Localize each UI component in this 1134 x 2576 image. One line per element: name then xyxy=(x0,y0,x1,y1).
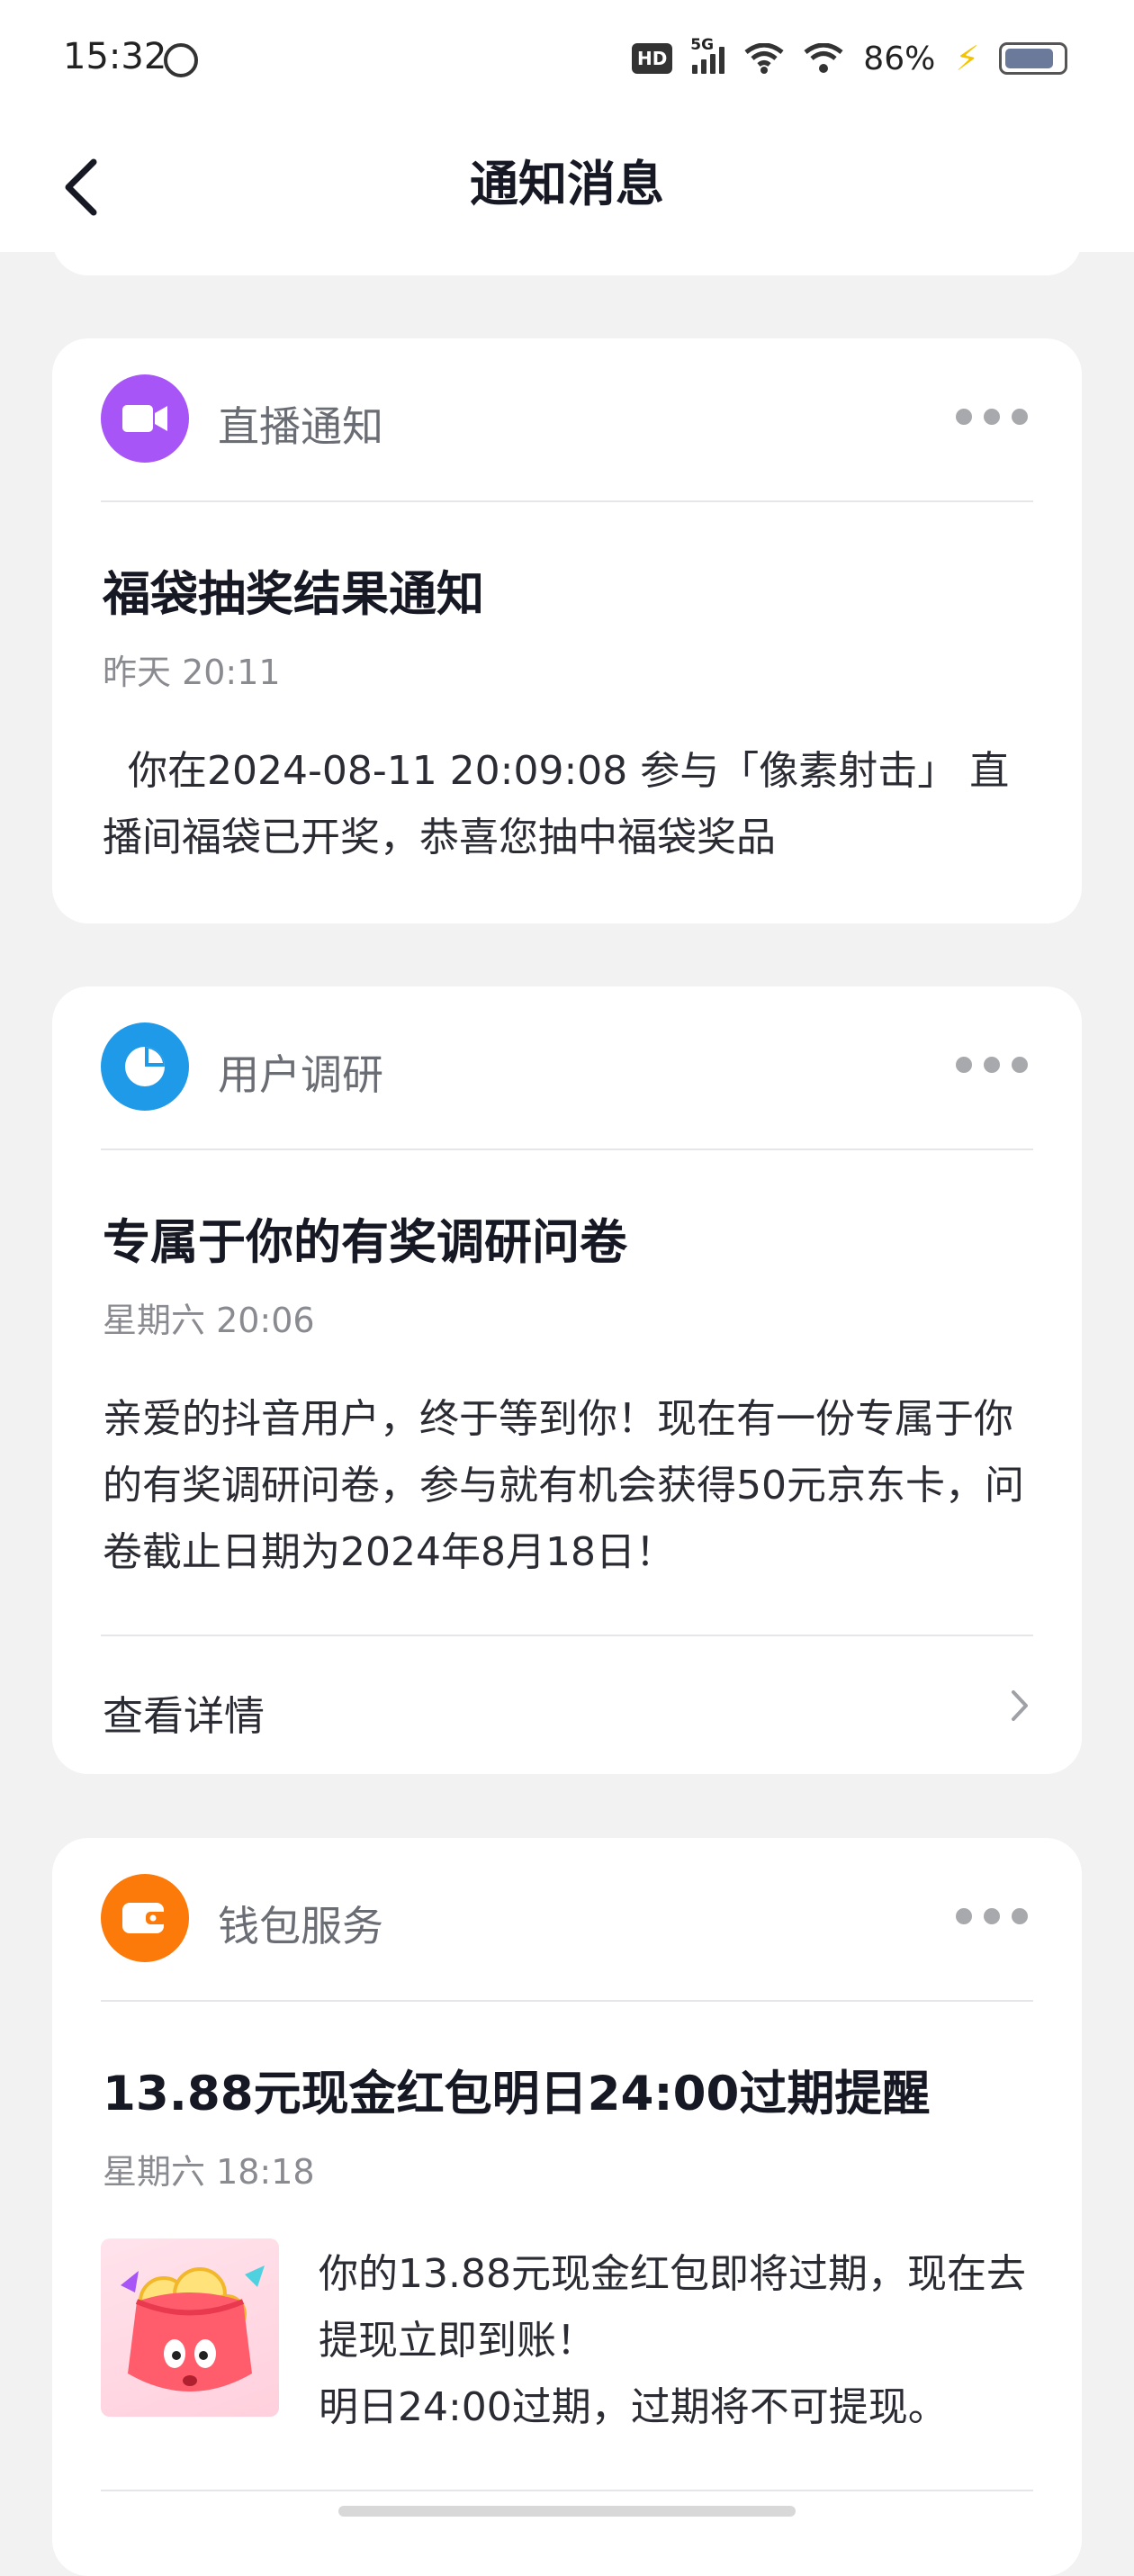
more-options-button[interactable] xyxy=(956,1908,1028,1924)
battery-icon xyxy=(999,42,1067,75)
wifi-icon-2 xyxy=(804,43,843,74)
message-title: 福袋抽奖结果通知 xyxy=(103,567,484,622)
charging-icon: ⚡ xyxy=(955,39,979,78)
notification-card-live[interactable]: 直播通知 福袋抽奖结果通知 昨天 20:11 你在2024-08-11 20:0… xyxy=(52,338,1082,923)
chevron-right-icon xyxy=(1012,1690,1028,1721)
do-not-disturb-icon xyxy=(164,43,198,77)
page-title: 通知消息 xyxy=(470,156,664,212)
message-time: 星期六 18:18 xyxy=(103,2152,315,2192)
message-title: 专属于你的有奖调研问卷 xyxy=(103,1215,627,1270)
view-details-label: 查看详情 xyxy=(103,1692,266,1740)
video-camera-icon xyxy=(101,374,189,463)
hd-badge: HD xyxy=(631,43,673,74)
message-body-line-1: 你的13.88元现金红包即将过期，现在去提现立即到账！ xyxy=(319,2251,1026,2364)
status-indicators: HD 5G 86% ⚡ xyxy=(631,36,1067,81)
message-time: 昨天 20:11 xyxy=(103,653,281,692)
category-name: 用户调研 xyxy=(218,1050,383,1099)
category-name: 直播通知 xyxy=(218,402,383,451)
wallet-icon xyxy=(101,1874,189,1962)
card-header: 用户调研 xyxy=(101,1022,1033,1112)
red-envelope-wallet-image xyxy=(101,2238,279,2417)
divider xyxy=(101,500,1033,502)
pie-chart-icon xyxy=(101,1022,189,1111)
divider xyxy=(101,2490,1033,2491)
card-header: 钱包服务 xyxy=(101,1874,1033,1964)
battery-percent: 86% xyxy=(863,40,936,77)
message-title: 13.88元现金红包明日24:00过期提醒 xyxy=(103,2067,931,2121)
message-body-line-2: 明日24:00过期，过期将不可提现。 xyxy=(319,2384,948,2430)
message-body: 你在2024-08-11 20:09:08 参与「像素射击」 直播间福袋已开奖，… xyxy=(103,748,1010,860)
divider xyxy=(101,2000,1033,2002)
cellular-signal-icon: 5G xyxy=(690,36,725,74)
message-body: 你的13.88元现金红包即将过期，现在去提现立即到账！ 明日24:00过期，过期… xyxy=(319,2241,1033,2441)
previous-card-edge xyxy=(52,225,1082,275)
wifi-icon xyxy=(744,43,784,74)
status-time: 15:32 xyxy=(63,36,167,77)
card-header: 直播通知 xyxy=(101,374,1033,464)
more-options-button[interactable] xyxy=(956,409,1028,425)
status-bar: 15:32 HD 5G 86% ⚡ xyxy=(0,0,1134,117)
notification-card-survey[interactable]: 用户调研 专属于你的有奖调研问卷 星期六 20:06 亲爱的抖音用户，终于等到你… xyxy=(52,986,1082,1774)
divider xyxy=(101,1148,1033,1150)
message-body: 亲爱的抖音用户，终于等到你！现在有一份专属于你的有奖调研问卷，参与就有机会获得5… xyxy=(103,1396,1024,1575)
network-type: 5G xyxy=(690,36,715,54)
view-details-link[interactable]: 查看详情 xyxy=(103,1671,1033,1743)
notification-card-wallet[interactable]: 钱包服务 13.88元现金红包明日24:00过期提醒 星期六 18:18 你的1… xyxy=(52,1838,1082,2576)
more-options-button[interactable] xyxy=(956,1057,1028,1073)
category-name: 钱包服务 xyxy=(218,1902,383,1950)
home-indicator[interactable] xyxy=(338,2506,796,2517)
divider xyxy=(101,1635,1033,1636)
message-time: 星期六 20:06 xyxy=(103,1301,315,1340)
